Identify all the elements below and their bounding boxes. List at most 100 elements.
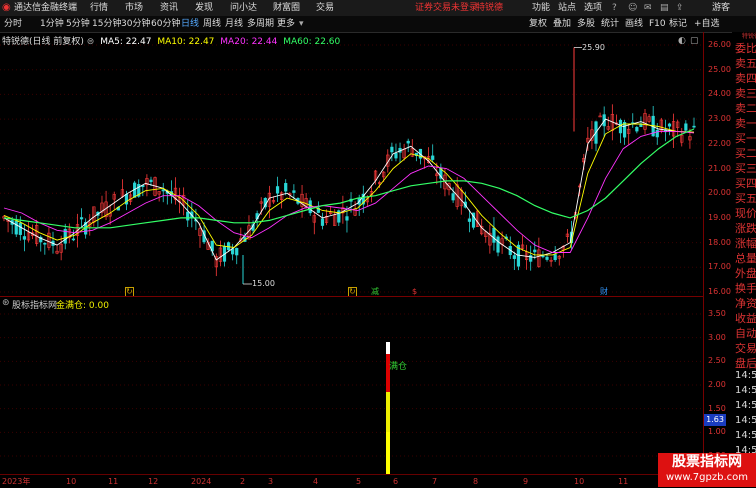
candlesticks <box>2 104 696 277</box>
candle-body <box>292 190 296 193</box>
menu-gongneng[interactable]: 功能 <box>532 0 550 16</box>
candle-body <box>235 247 239 256</box>
stock-tag: 特锐德 <box>476 3 504 13</box>
indicator-grid <box>0 296 704 474</box>
date-axis-label: 11 <box>108 477 119 486</box>
period-30min[interactable]: 30分钟 <box>121 16 150 32</box>
candle-body <box>43 242 47 245</box>
indicator-axis-label: 3.50 <box>708 309 726 318</box>
app-name: 通达信金融终端 <box>14 3 78 13</box>
candle-body <box>18 222 22 235</box>
btn-duogu[interactable]: 多股 <box>577 16 595 32</box>
quote-panel-label: 14:50 <box>735 415 756 426</box>
period-60min[interactable]: 60分钟 <box>151 16 180 32</box>
btn-diejia[interactable]: 叠加 <box>553 16 571 32</box>
candle-body <box>496 236 500 253</box>
menu-shichang[interactable]: 市场 <box>125 0 143 16</box>
quote-panel-label: 14:50 <box>735 430 756 441</box>
period-fenshi[interactable]: 分时 <box>4 16 22 32</box>
price-axis-label: 17.00 <box>708 262 731 272</box>
chevron-down-icon[interactable]: ▾ <box>299 16 304 32</box>
quote-panel-label: 收益 <box>735 312 756 325</box>
candle-body <box>467 218 472 222</box>
candle-body <box>390 146 394 153</box>
menu-jiaoyi[interactable]: 交易 <box>316 0 334 16</box>
watermark-title: 股票指标网 <box>672 454 742 470</box>
candle-body <box>149 179 153 183</box>
quote-panel-label: 自动 <box>735 327 756 340</box>
price-axis: 26.00 25.00 24.00 23.00 22.00 21.00 20.00 19.00… <box>704 32 732 474</box>
menu-caifuquan[interactable]: 财富圈 <box>273 0 300 16</box>
user-icon[interactable]: ☺ <box>628 0 637 16</box>
period-multi[interactable]: 多周期 <box>247 16 274 32</box>
mail-icon[interactable]: ✉ <box>644 0 652 16</box>
candle-body <box>692 125 696 128</box>
period-day[interactable]: 日线 <box>181 16 199 32</box>
date-axis-label: 9 <box>523 477 529 486</box>
candle-body <box>186 211 190 221</box>
settings-icon[interactable]: ⊜ <box>87 37 95 47</box>
signal-bar-white-top <box>386 342 390 354</box>
price-chart[interactable] <box>0 32 704 296</box>
signal-bar-yellow-base <box>386 432 390 474</box>
candle-body <box>406 140 410 144</box>
indicator-name: 股标指标网 <box>12 301 58 311</box>
ma20-label: MA20: 22.44 <box>220 37 278 47</box>
period-15min[interactable]: 15分钟 <box>92 16 121 32</box>
minimize-icon[interactable]: ◐ <box>678 36 686 46</box>
chart-icon[interactable]: ▤ <box>660 0 669 16</box>
quote-panel-label: 换手 <box>735 282 756 295</box>
btn-huaxian[interactable]: 画线 <box>625 16 643 32</box>
period-1min[interactable]: 1分钟 <box>40 16 64 32</box>
candle-body <box>320 218 325 226</box>
btn-fuquan[interactable]: 复权 <box>529 16 547 32</box>
candle-body <box>541 255 545 258</box>
quote-panel: 委比 卖五 卖四 卖三 卖二 卖一 买一 买二 买三 买四 买五 现价 涨跌 涨幅 总量 外盘 换手 净资 收益 自动… <box>732 32 756 487</box>
maximize-icon[interactable]: ▢ <box>690 36 699 46</box>
signal-bar-yellow <box>386 392 390 432</box>
price-axis-label: 26.00 <box>708 40 731 49</box>
period-5min[interactable]: 5分钟 <box>66 16 90 32</box>
candle-body <box>79 217 84 220</box>
signal-label: 满仓 <box>389 362 408 372</box>
quote-panel-label: 总量 <box>735 252 756 265</box>
guest-user[interactable]: 游客 <box>712 0 730 16</box>
menu-zhandian[interactable]: 站点 <box>558 0 576 16</box>
quote-panel-label: 买二 <box>735 147 756 160</box>
login-status[interactable]: 证券交易未登录 <box>415 0 478 16</box>
date-axis-label: 10 <box>574 477 585 486</box>
date-axis-label: 10 <box>66 477 77 486</box>
ma60-label: MA60: 22.60 <box>283 37 341 47</box>
indicator-axis-label: 1.50 <box>708 403 726 413</box>
candle-body <box>635 127 639 132</box>
date-axis-label: 5 <box>356 477 362 486</box>
date-axis-label: 7 <box>432 477 438 486</box>
date-axis-label: 2024 <box>191 477 212 486</box>
share-icon[interactable]: ⇪ <box>676 0 684 16</box>
date-axis-label: 2023年 <box>2 477 31 486</box>
current-indicator-value: 1.63 <box>704 414 726 426</box>
btn-add-watchlist[interactable]: +自选 <box>694 16 720 32</box>
quote-panel-label: 买一 <box>735 132 756 145</box>
quote-panel-label: 买四 <box>735 177 756 190</box>
quote-panel-label: 卖二 <box>735 102 756 115</box>
help-icon[interactable]: ? <box>612 0 617 16</box>
price-axis-label: 19.00 <box>708 212 731 222</box>
indicator-settings-icon[interactable]: ⊛ <box>2 298 10 308</box>
btn-f10[interactable]: F10 <box>649 16 666 32</box>
candle-body <box>451 193 455 201</box>
period-more[interactable]: 更多 <box>277 16 295 32</box>
menu-wenxiaoda[interactable]: 问小达 <box>230 0 257 16</box>
watermark-url: www.7gpzb.com <box>666 472 748 483</box>
menu-faxian[interactable]: 发现 <box>195 0 213 16</box>
period-month[interactable]: 月线 <box>225 16 243 32</box>
indicator-chart[interactable] <box>0 296 704 474</box>
menu-zixun[interactable]: 资讯 <box>160 0 178 16</box>
menu-hangqing[interactable]: 行情 <box>90 0 108 16</box>
indicator-value-label: 金满仓: 0.00 <box>56 301 109 311</box>
quote-panel-label: 外盘 <box>735 267 756 280</box>
btn-tongji[interactable]: 统计 <box>601 16 619 32</box>
btn-biaoji[interactable]: 标记 <box>669 16 687 32</box>
period-week[interactable]: 周线 <box>203 16 221 32</box>
menu-xuanxiang[interactable]: 选项 <box>584 0 602 16</box>
